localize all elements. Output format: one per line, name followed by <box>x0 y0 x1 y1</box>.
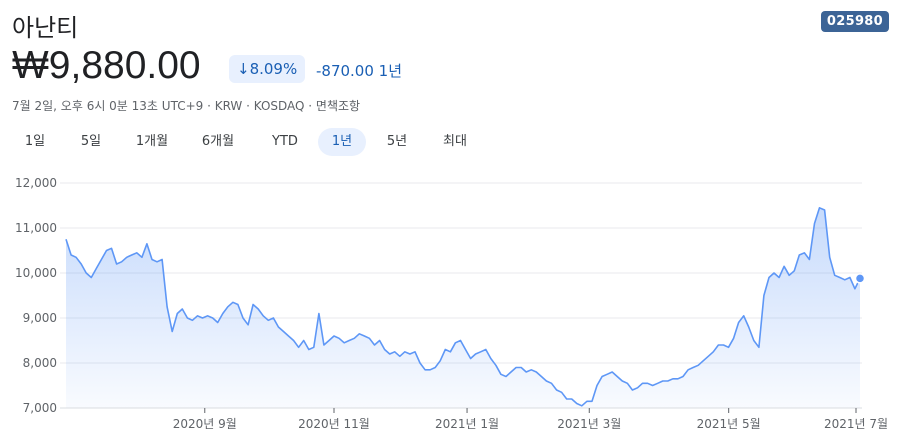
x-tick-label: 2020년 9월 <box>173 417 237 431</box>
x-tick-label: 2021년 3월 <box>557 417 621 431</box>
x-tick-label: 2021년 1월 <box>435 417 499 431</box>
x-tick-label: 2021년 5월 <box>697 417 761 431</box>
y-tick-label: 7,000 <box>23 401 57 415</box>
x-tick-label: 2021년 7월 <box>824 417 888 431</box>
price-area <box>66 207 860 408</box>
last-price-marker <box>854 273 866 284</box>
y-tick-label: 11,000 <box>15 221 57 235</box>
y-tick-label: 12,000 <box>15 176 57 190</box>
x-tick-label: 2020년 11월 <box>298 417 370 431</box>
y-tick-label: 10,000 <box>15 266 57 280</box>
y-tick-label: 8,000 <box>23 356 57 370</box>
price-chart[interactable]: 12,000 11,000 10,000 9,000 8,000 7,000 2020년 … <box>0 0 897 444</box>
y-tick-label: 9,000 <box>23 311 57 325</box>
